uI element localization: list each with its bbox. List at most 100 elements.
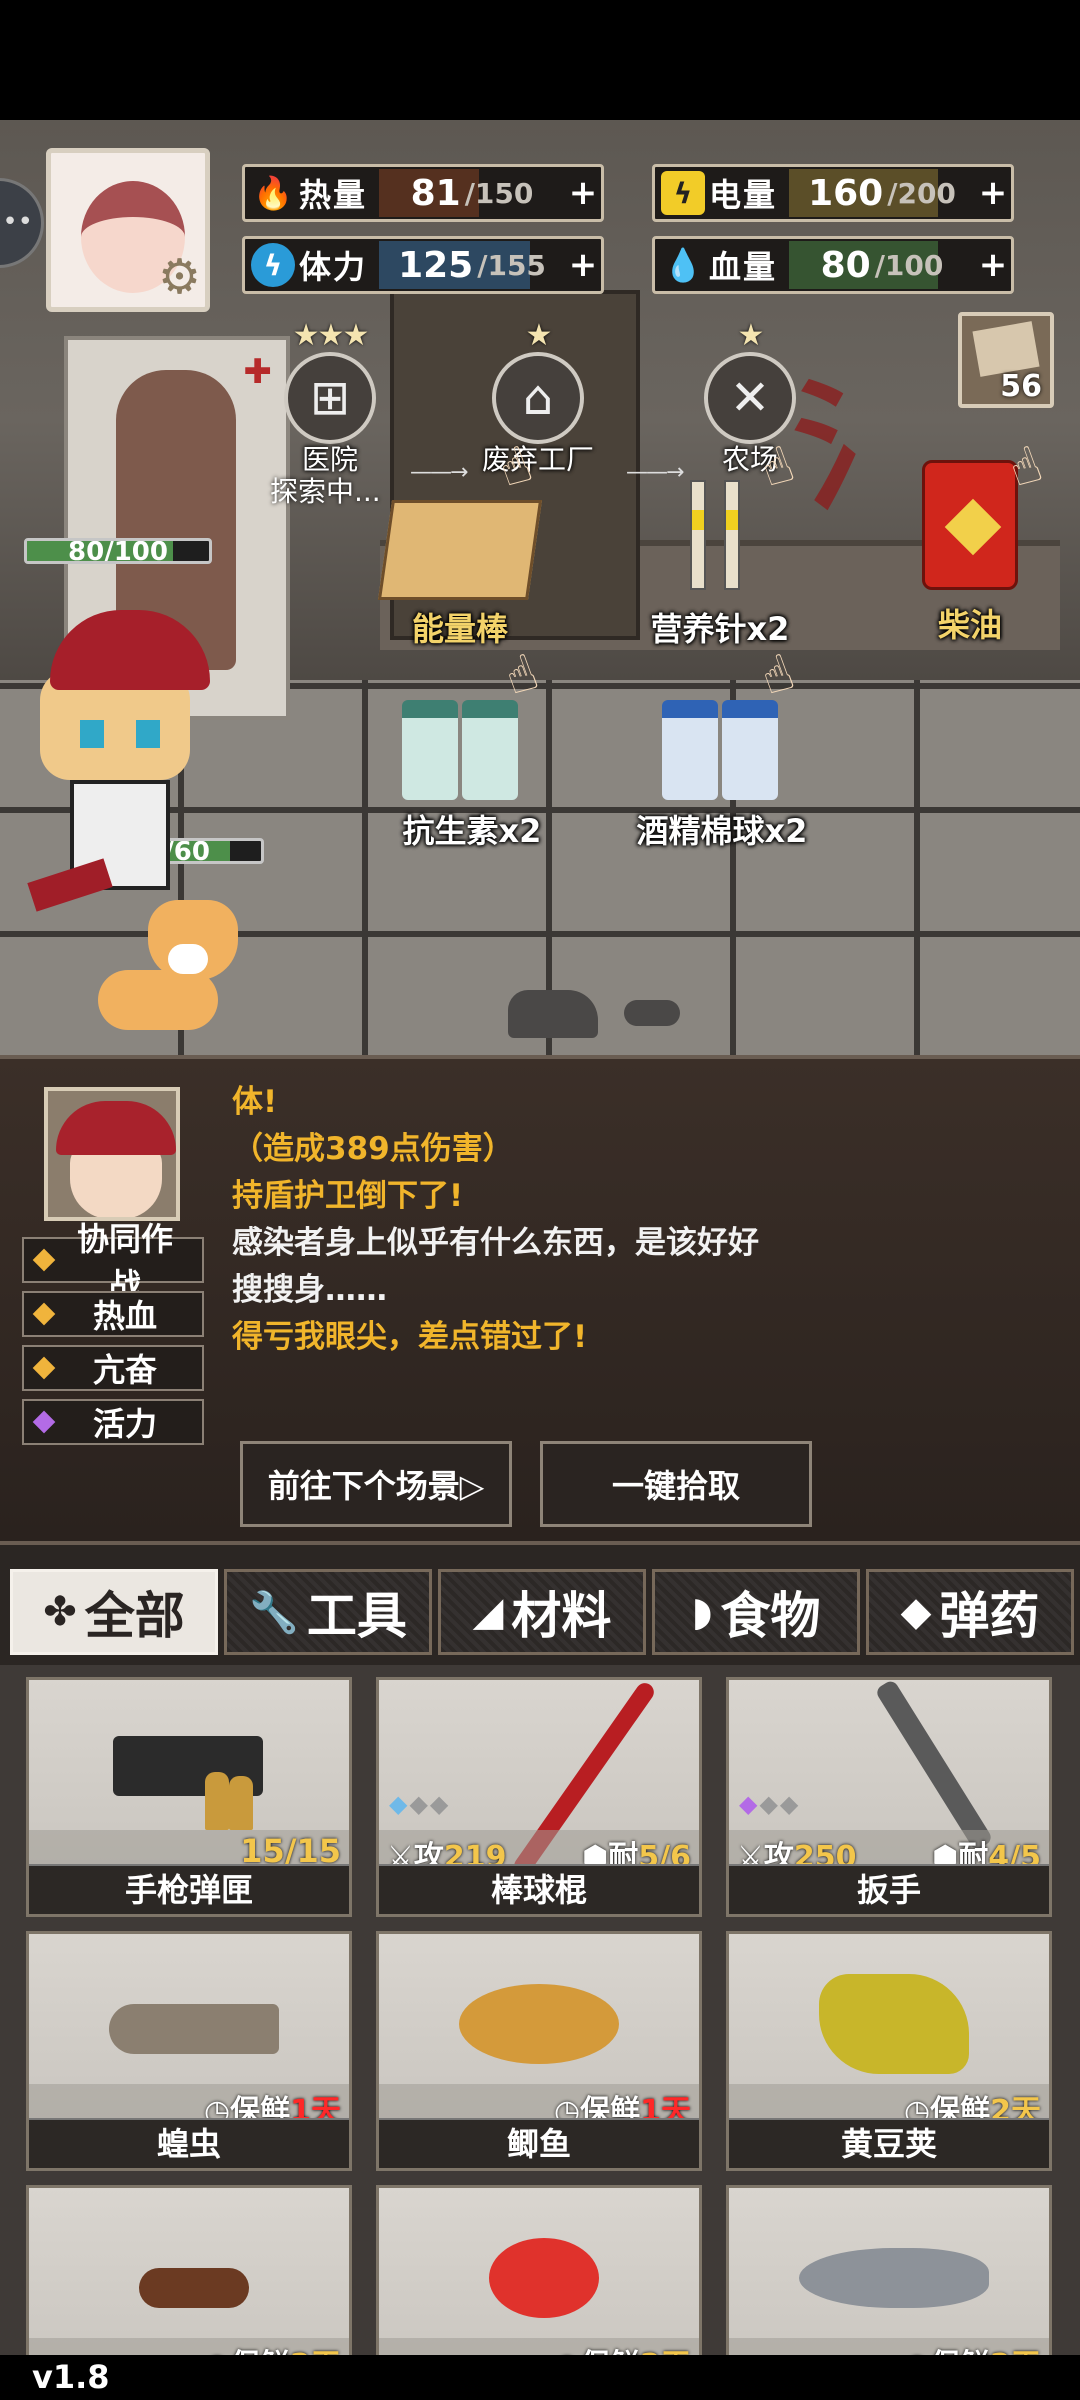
loot-label: 酒精棉球x2 <box>636 812 808 850</box>
rock <box>624 1000 680 1026</box>
wrench-icon: 🔧 <box>249 1589 299 1636</box>
pickup-all-button[interactable]: 一键拾取 <box>540 1441 812 1527</box>
log-line: 体! <box>232 1084 278 1120</box>
electricity-add-button[interactable]: + <box>975 173 1011 213</box>
loot-antibiotics[interactable]: 抗生素x2 <box>372 690 572 852</box>
factory-icon: ⌂ <box>492 352 584 444</box>
enemy-hp-text: 80/100 <box>68 538 168 564</box>
bullet-icon <box>229 1776 253 1830</box>
freshness-days: 2天 <box>290 2348 341 2355</box>
health-add-button[interactable]: + <box>975 245 1011 285</box>
item-name: 棒球棍 <box>379 1864 699 1914</box>
gear-icon[interactable]: ⚙ <box>158 249 201 305</box>
item-card-baseball-bat[interactable]: ◆◆◆ ⚔攻219 ⬢耐5/6 棒球棍 <box>376 1677 702 1917</box>
item-card-wrench[interactable]: ◆◆◆ ⚔攻250 ⬢耐4/5 扳手 <box>726 1677 1052 1917</box>
bullet-icon: ◆ <box>900 1589 932 1635</box>
soybean-icon <box>819 1974 969 2074</box>
flame-icon: 🔥 <box>253 174 293 212</box>
buff-label: 亢奋 <box>92 1351 157 1389</box>
log-line: 感染者身上似乎有什么东西，是该好好 <box>232 1225 759 1261</box>
item-card-goldfish[interactable]: ◷保鲜2天 <box>376 2185 702 2355</box>
game-scene: ✚ 氵 •• ⚙ 🔥 热量 81 /150 + ϟ 体力 125 /155 + … <box>0 120 1080 1055</box>
location-stars: ★★★ <box>292 318 370 353</box>
diamond-icon <box>32 1302 56 1326</box>
inventory-grid: 15/15 手枪弹匣 ◆◆◆ ⚔攻219 ⬢耐5/6 棒球棍 ◆◆◆ ⚔攻250… <box>0 1665 1080 2355</box>
stamina-add-button[interactable]: + <box>565 245 601 285</box>
log-line: 得亏我眼尖，差点错过了! <box>232 1319 588 1355</box>
heat-max: /150 <box>464 176 534 210</box>
tab-materials[interactable]: ◢ 材料 <box>438 1569 646 1655</box>
item-card-cricket[interactable]: ◷保鲜2天 <box>26 2185 352 2355</box>
freshness: ◷保鲜2天 <box>904 2340 1041 2355</box>
stamina-stat: ϟ 体力 125 /155 + <box>242 236 604 294</box>
item-card-crucian-carp[interactable]: ◷保鲜1天 鲫鱼 <box>376 1931 702 2171</box>
item-card-locust[interactable]: ◷保鲜1天 蝗虫 <box>26 1931 352 2171</box>
item-name: 蝗虫 <box>29 2118 349 2168</box>
freshness-label: 保鲜 <box>230 2348 290 2355</box>
clover-icon: ✤ <box>43 1589 77 1635</box>
drumstick-icon: ◗ <box>691 1589 713 1635</box>
freshness-label: 保鲜 <box>580 2348 640 2355</box>
item-card-fish[interactable]: ◷保鲜2天 <box>726 2185 1052 2355</box>
heat-add-button[interactable]: + <box>565 173 601 213</box>
item-art <box>29 2188 349 2355</box>
lightning-icon: ϟ <box>251 243 295 287</box>
log-line: （造成389点伤害） <box>232 1131 514 1167</box>
loot-label: 抗生素x2 <box>402 812 542 850</box>
fuel-can-icon <box>922 460 1018 590</box>
player-avatar[interactable]: ⚙ <box>46 148 210 312</box>
health-max: /100 <box>874 248 944 282</box>
loot-nutrient-injection[interactable]: 营养针x2 <box>620 480 820 650</box>
goldfish-icon <box>489 2238 599 2318</box>
loot-alcohol-swabs[interactable]: 酒精棉球x2 <box>612 690 832 852</box>
location-stars: ★ <box>525 318 553 353</box>
item-card-pistol-magazine[interactable]: 15/15 手枪弹匣 <box>26 1677 352 1917</box>
health-label: 血量 <box>709 248 778 286</box>
enemy-hp-bar: 80/100 <box>24 538 212 564</box>
location-farm[interactable]: ★ ✕ 农场 <box>690 318 810 478</box>
hospital-icon: ⊞ <box>284 352 376 444</box>
loot-label: 柴油 <box>937 606 1002 644</box>
tab-label: 工具 <box>306 1587 407 1645</box>
stamina-value: 125 <box>398 244 474 286</box>
buff-vitality[interactable]: 活力 <box>22 1399 204 1445</box>
buff-passion[interactable]: 热血 <box>22 1291 204 1337</box>
item-art <box>729 2188 1049 2355</box>
backpack-count: 56 <box>1000 369 1042 404</box>
freshness-days: 2天 <box>990 2348 1041 2355</box>
tab-food[interactable]: ◗ 食物 <box>652 1569 860 1655</box>
buff-label: 活力 <box>92 1405 157 1443</box>
diamond-icon <box>32 1356 56 1380</box>
tab-label: 材料 <box>511 1587 612 1645</box>
location-stars: ★ <box>737 318 765 353</box>
tab-tools[interactable]: 🔧 工具 <box>224 1569 432 1655</box>
side-menu-button[interactable]: •• <box>0 178 44 268</box>
status-bar <box>0 0 1080 120</box>
health-value: 80 <box>820 244 871 286</box>
item-art <box>379 2188 699 2355</box>
item-card-soybean-pod[interactable]: ◷保鲜2天 黄豆荚 <box>726 1931 1052 2171</box>
cricket-icon <box>139 2268 249 2308</box>
exploring-status: 探索中... <box>270 475 381 508</box>
freshness-days: 2天 <box>640 2348 691 2355</box>
tab-label: 全部 <box>84 1587 185 1645</box>
buff-excited[interactable]: 亢奋 <box>22 1345 204 1391</box>
buff-label: 热血 <box>92 1297 157 1335</box>
syringe-icon <box>620 480 820 604</box>
windmill-icon: ✕ <box>704 352 796 444</box>
medicine-bottle-icon <box>612 690 832 806</box>
next-scene-button[interactable]: 前往下个场景▷ <box>240 1441 512 1527</box>
rarity-gems: ◆◆◆ <box>389 1790 451 1818</box>
backpack-button[interactable]: 56 <box>958 312 1054 408</box>
rarity-gems: ◆◆◆ <box>739 1790 801 1818</box>
tab-ammo[interactable]: ◆ 弹药 <box>866 1569 1074 1655</box>
location-hospital[interactable]: ★★★ ⊞ 医院 <box>270 318 390 478</box>
loot-energy-bar[interactable]: 能量棒 <box>370 500 550 650</box>
log-line: 搜搜身…… <box>232 1272 387 1308</box>
buff-cooperation[interactable]: 协同作战 <box>22 1220 204 1304</box>
health-stat: 💧 血量 80 /100 + <box>652 236 1014 294</box>
fish-icon <box>459 1984 619 2064</box>
electricity-label: 电量 <box>709 176 778 214</box>
blood-drop-icon: 💧 <box>663 246 703 284</box>
tab-all[interactable]: ✤ 全部 <box>10 1569 218 1655</box>
